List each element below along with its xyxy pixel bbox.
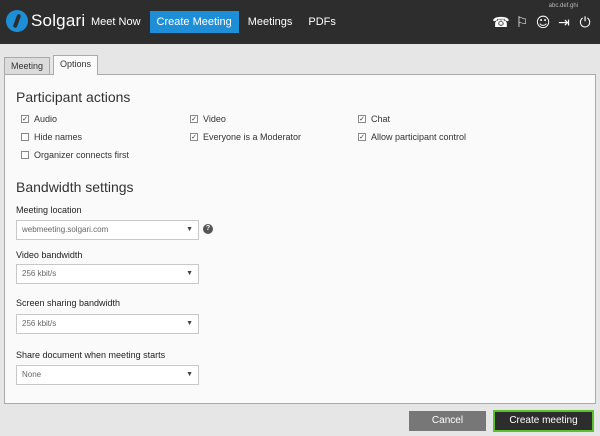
- chevron-down-icon: ▼: [186, 270, 193, 277]
- top-bar: Solgari Meet Now Create Meeting Meetings…: [0, 0, 600, 44]
- checkbox-audio-label: Audio: [34, 114, 58, 124]
- screen-sharing-bandwidth-select[interactable]: 256 kbit/s ▼: [16, 314, 199, 334]
- participant-actions-title: Participant actions: [16, 89, 131, 105]
- checkbox-video[interactable]: ✓ Video: [190, 114, 226, 124]
- user-name: abc.def.ghi: [548, 3, 578, 9]
- presentation-icon[interactable]: ⚐: [513, 14, 531, 32]
- share-document-label: Share document when meeting starts: [16, 350, 166, 360]
- chevron-down-icon: ▼: [186, 320, 193, 327]
- meeting-location-select[interactable]: webmeeting.solgari.com ▼: [16, 220, 199, 240]
- screen-sharing-bandwidth-label: Screen sharing bandwidth: [16, 298, 121, 308]
- video-bandwidth-label: Video bandwidth: [16, 250, 83, 260]
- share-document-select[interactable]: None ▼: [16, 365, 199, 385]
- checkbox-video-box[interactable]: ✓: [190, 115, 198, 123]
- bandwidth-settings-title: Bandwidth settings: [16, 179, 134, 195]
- checkbox-chat-label: Chat: [371, 114, 391, 124]
- checkbox-hide-names[interactable]: Hide names: [21, 132, 82, 142]
- checkbox-video-label: Video: [203, 114, 226, 124]
- chevron-down-icon: ▼: [186, 371, 193, 378]
- screen-sharing-bandwidth-value: 256 kbit/s: [22, 319, 57, 328]
- exit-icon[interactable]: ⇥: [555, 14, 573, 32]
- nav-pdfs[interactable]: PDFs: [301, 11, 343, 33]
- create-meeting-button[interactable]: Create meeting: [493, 410, 594, 432]
- checkbox-everyone-moderator-box[interactable]: ✓: [190, 133, 198, 141]
- checkbox-organizer-connects-first-box[interactable]: [21, 151, 29, 159]
- tab-meeting[interactable]: Meeting: [4, 57, 51, 75]
- checkbox-hide-names-box[interactable]: [21, 133, 29, 141]
- video-bandwidth-select[interactable]: 256 kbit/s ▼: [16, 264, 199, 284]
- checkbox-everyone-moderator-label: Everyone is a Moderator: [203, 132, 302, 142]
- logo-icon: [6, 10, 28, 32]
- solgari-logo[interactable]: Solgari: [6, 7, 85, 35]
- checkbox-organizer-connects-first[interactable]: Organizer connects first: [21, 150, 129, 160]
- checkbox-chat-box[interactable]: ✓: [358, 115, 366, 123]
- help-icon[interactable]: ?: [203, 224, 213, 234]
- meeting-location-value: webmeeting.solgari.com: [22, 225, 109, 234]
- checkbox-allow-participant-control-box[interactable]: ✓: [358, 133, 366, 141]
- meeting-location-label: Meeting location: [16, 205, 82, 215]
- chevron-down-icon: ▼: [186, 226, 193, 233]
- phone-book-icon[interactable]: ☎: [492, 14, 510, 32]
- nav-create-meeting[interactable]: Create Meeting: [149, 11, 239, 33]
- tab-options[interactable]: Options: [53, 55, 99, 75]
- main-nav: Meet Now Create Meeting Meetings PDFs: [84, 11, 345, 33]
- checkbox-organizer-connects-first-label: Organizer connects first: [34, 150, 130, 160]
- video-bandwidth-value: 256 kbit/s: [22, 269, 57, 278]
- checkbox-allow-participant-control-label: Allow participant control: [371, 132, 467, 142]
- contacts-icon[interactable]: ☺: [534, 14, 552, 32]
- nav-meetings[interactable]: Meetings: [241, 11, 300, 33]
- power-icon[interactable]: ⏻: [576, 14, 594, 32]
- cancel-button[interactable]: Cancel: [409, 411, 486, 431]
- checkbox-audio[interactable]: ✓ Audio: [21, 114, 57, 124]
- share-document-value: None: [22, 370, 42, 379]
- top-icons: ☎ ⚐ ☺ ⇥ ⏻: [489, 14, 594, 32]
- brand-name: Solgari: [31, 11, 86, 30]
- checkbox-chat[interactable]: ✓ Chat: [358, 114, 390, 124]
- nav-meet-now[interactable]: Meet Now: [84, 11, 148, 33]
- checkbox-allow-participant-control[interactable]: ✓ Allow participant control: [358, 132, 466, 142]
- checkbox-everyone-moderator[interactable]: ✓ Everyone is a Moderator: [190, 132, 301, 142]
- checkbox-audio-box[interactable]: ✓: [21, 115, 29, 123]
- checkbox-hide-names-label: Hide names: [34, 132, 83, 142]
- options-panel: Participant actions ✓ Audio ✓ Video ✓ Ch…: [4, 74, 596, 404]
